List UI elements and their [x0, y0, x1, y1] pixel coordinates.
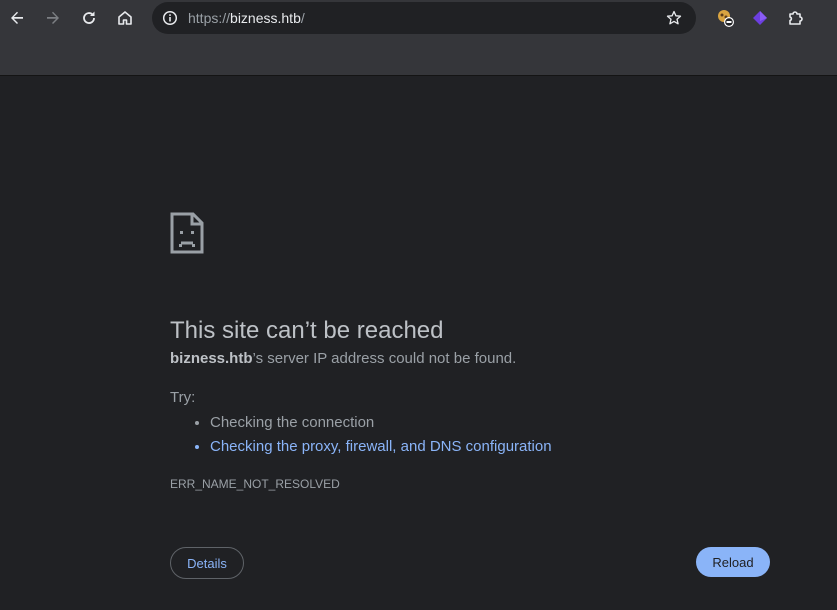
url-text[interactable]: https://bizness.htb/ [188, 10, 305, 26]
details-button[interactable]: Details [170, 547, 244, 579]
suggestion-list: Checking the connection Checking the pro… [170, 411, 552, 459]
url-path: / [300, 10, 305, 26]
home-icon [118, 11, 132, 25]
extension-wappalyzer-icon [718, 10, 734, 27]
browser-toolbar: https://bizness.htb/ [0, 0, 837, 36]
suggestion-check-proxy-link[interactable]: Checking the proxy, firewall, and DNS co… [210, 435, 552, 459]
back-button[interactable] [3, 4, 31, 32]
forward-button[interactable] [39, 4, 67, 32]
extensions-puzzle-icon [789, 11, 803, 25]
error-code: ERR_NAME_NOT_RESOLVED [170, 477, 340, 491]
error-description: bizness.htb’s server IP address could no… [170, 349, 516, 369]
site-info-icon [162, 10, 178, 26]
bookmark-button[interactable] [664, 8, 684, 28]
error-description-text: ’s server IP address could not be found. [252, 350, 517, 367]
address-bar[interactable]: https://bizness.htb/ [152, 2, 696, 34]
error-host: bizness.htb [170, 350, 253, 367]
sad-page-icon [170, 212, 204, 254]
page-title: This site can’t be reached [170, 317, 444, 345]
extensions-button[interactable] [782, 4, 810, 32]
url-host: bizness.htb [230, 10, 301, 26]
forward-icon [47, 11, 59, 24]
extension-purple-icon [753, 11, 767, 25]
bookmarks-bar [0, 36, 837, 76]
home-button[interactable] [111, 4, 139, 32]
extension-wappalyzer-button[interactable] [711, 4, 739, 32]
site-info-button[interactable] [160, 8, 180, 28]
bookmark-star-icon [666, 10, 682, 25]
reload-button[interactable] [75, 4, 103, 32]
extension-purple-button[interactable] [746, 4, 774, 32]
back-icon [11, 11, 23, 24]
url-scheme: https:// [188, 10, 231, 26]
try-label: Try: [170, 389, 196, 406]
reload-page-button[interactable]: Reload [696, 547, 770, 577]
reload-icon [83, 11, 95, 24]
suggestion-check-connection: Checking the connection [210, 411, 552, 435]
